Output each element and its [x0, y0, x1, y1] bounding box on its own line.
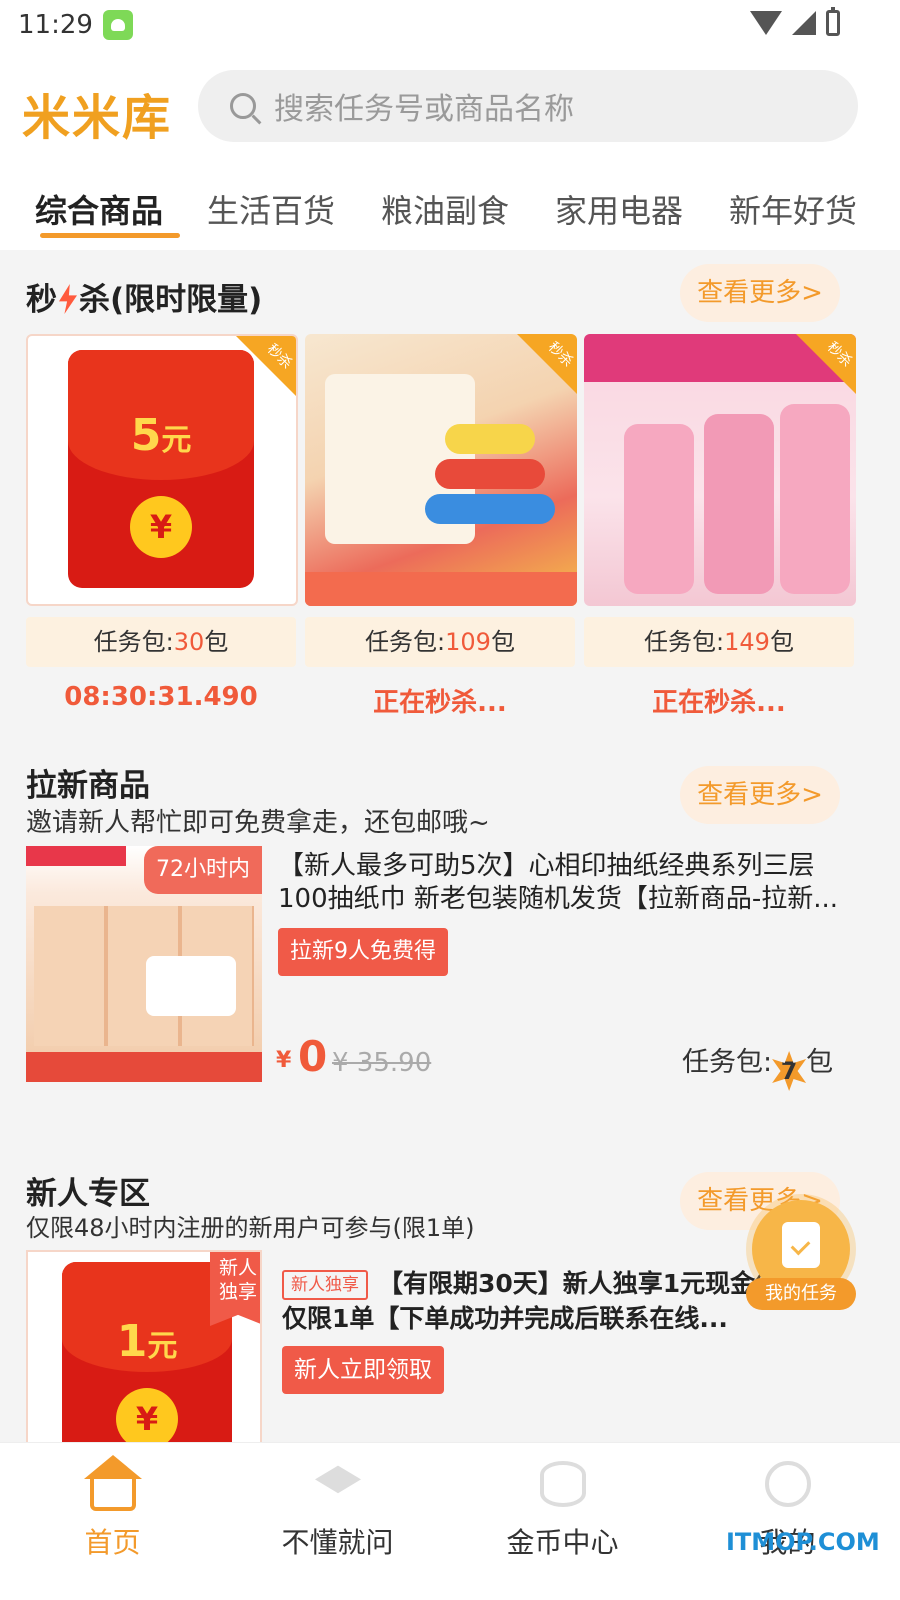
nav-ask[interactable]: 不懂就问 [225, 1443, 450, 1600]
laxin-free-tag[interactable]: 拉新9人免费得 [278, 928, 448, 976]
laxin-subtitle: 邀请新人帮忙即可免费拿走，还包邮哦~ [26, 808, 490, 838]
flash-sale-title: 秒杀(限时限量) [26, 282, 263, 318]
nav-mine[interactable]: 我的 [675, 1443, 900, 1600]
signal-icon [792, 11, 816, 35]
flash-item-3-image[interactable]: 秒杀 [584, 334, 856, 606]
nav-coins[interactable]: 金币中心 [450, 1443, 675, 1600]
red-packet-image: 1元 ¥ [62, 1262, 232, 1442]
newuser-product-image[interactable]: 1元 ¥ 新人独享 [26, 1250, 262, 1442]
tab-appliances[interactable]: 家用电器 [532, 160, 706, 250]
laxin-pack: 任务包: 7 包 [682, 1040, 833, 1091]
flash-more-button[interactable]: 查看更多> [680, 264, 840, 322]
nav-home[interactable]: 首页 [0, 1443, 225, 1600]
app-logo: 米米库 [22, 90, 173, 146]
home-icon [84, 1455, 142, 1511]
user-icon [765, 1461, 811, 1507]
laxin-title: 拉新商品 [26, 768, 150, 804]
flash-item-3-status: 正在秒杀... [652, 688, 786, 718]
flash-item-3-pack: 任务包:149包 [584, 617, 854, 667]
tab-general[interactable]: 综合商品 [24, 160, 180, 250]
red-packet-image: 5元 ¥ [68, 350, 254, 588]
graduation-cap-icon [315, 1465, 361, 1494]
newuser-claim-button[interactable]: 新人立即领取 [282, 1346, 444, 1394]
status-time: 11:29 [18, 10, 93, 40]
search-placeholder: 搜索任务号或商品名称 [274, 92, 574, 127]
tab-daily[interactable]: 生活百货 [184, 160, 358, 250]
clipboard-check-icon [782, 1222, 820, 1268]
flash-item-2-pack: 任务包:109包 [305, 617, 575, 667]
laxin-old-price: ¥ 35.90 [332, 1048, 432, 1078]
price-currency: ¥ [276, 1048, 292, 1073]
flash-item-1-countdown: 08:30:31.490 [64, 682, 258, 712]
app-header: 米米库 搜索任务号或商品名称 [0, 50, 900, 160]
bottom-nav: 首页 不懂就问 金币中心 我的 [0, 1442, 900, 1600]
newuser-title: 新人专区 [26, 1176, 150, 1212]
tab-grain-oil[interactable]: 粮油副食 [358, 160, 532, 250]
wifi-icon [750, 11, 782, 35]
flash-item-2-image[interactable]: 秒杀 [305, 334, 577, 606]
category-tabs: 综合商品 生活百货 粮油副食 家用电器 新年好货 [0, 160, 900, 250]
search-input[interactable]: 搜索任务号或商品名称 [198, 70, 858, 142]
coins-icon [540, 1461, 586, 1507]
site-watermark: ITMOP.COM [726, 1528, 880, 1556]
laxin-product-title[interactable]: 【新人最多可助5次】心相印抽纸经典系列三层100抽纸巾 新老包装随机发货【拉新商… [278, 850, 858, 916]
yuan-coin-icon: ¥ [116, 1388, 178, 1442]
lightning-icon [59, 284, 77, 314]
search-icon [230, 93, 256, 119]
newuser-exclusive-badge: 新人独享 [210, 1252, 260, 1326]
my-tasks-float-button[interactable]: 我的任务 [746, 1200, 856, 1312]
laxin-more-button[interactable]: 查看更多> [680, 766, 840, 824]
yuan-coin-icon: ¥ [130, 496, 192, 558]
status-bar: 11:29 [0, 0, 900, 50]
newuser-subtitle: 仅限48小时内注册的新用户可参与(限1单) [26, 1214, 475, 1242]
laxin-product-image[interactable]: 72小时内 [26, 846, 262, 1082]
flash-corner-badge: 秒杀 [517, 334, 577, 394]
flash-item-1-pack: 任务包:30包 [26, 617, 296, 667]
time-limit-badge: 72小时内 [144, 846, 262, 894]
flash-item-1-image[interactable]: 5元 ¥ 秒杀 [26, 334, 298, 606]
burst-badge-icon: 7 [772, 1051, 807, 1091]
tab-new-year[interactable]: 新年好货 [706, 160, 880, 250]
flash-item-2-status: 正在秒杀... [373, 688, 507, 718]
laxin-price: 0 [298, 1032, 328, 1081]
battery-icon [826, 7, 840, 36]
app-notification-icon [102, 10, 133, 40]
